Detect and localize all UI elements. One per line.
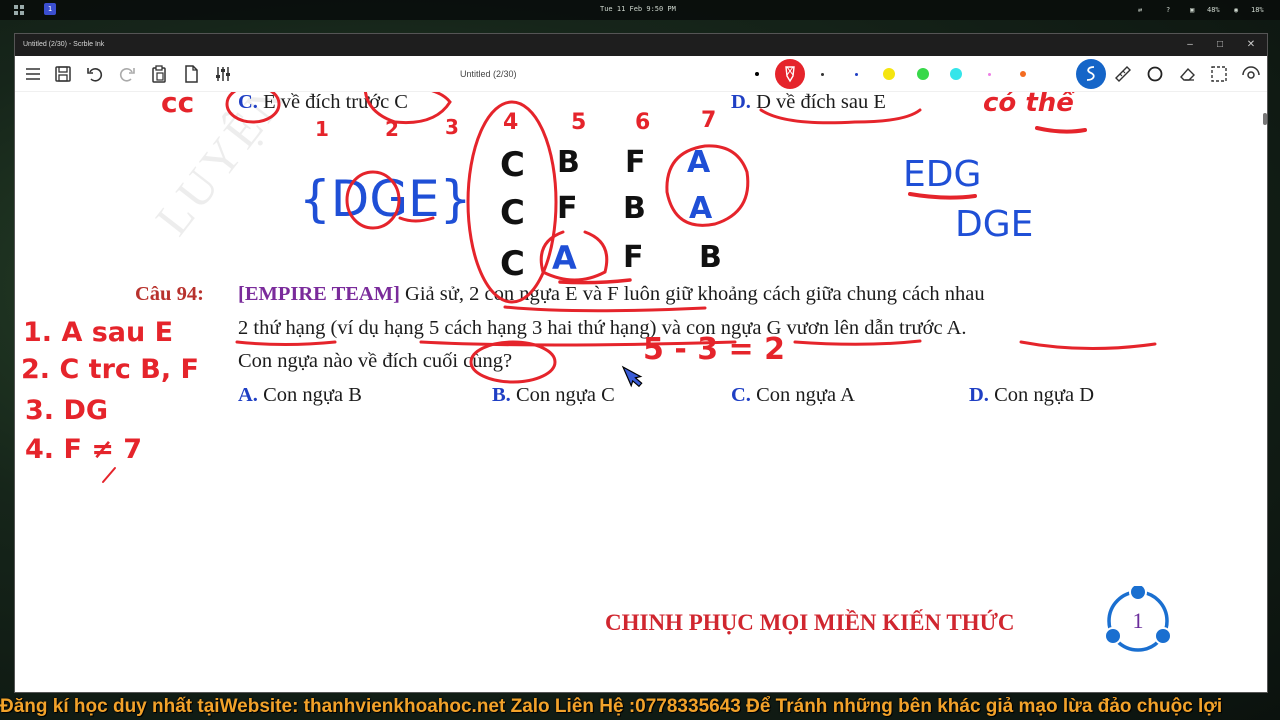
volume-level: 18%	[1251, 6, 1264, 14]
battery-level: 48%	[1207, 6, 1220, 14]
ink-underline-maybe	[1035, 126, 1087, 134]
toolbar: Untitled (2/30)	[15, 56, 1267, 92]
ink-cross-f7	[102, 467, 116, 483]
view-icon[interactable]	[1241, 64, 1261, 84]
pen-color-green[interactable]	[917, 68, 929, 80]
workspace-indicator[interactable]: 1	[44, 3, 56, 15]
settings-sliders-icon[interactable]	[213, 64, 233, 84]
pen-color-pink[interactable]	[988, 73, 991, 76]
help-icon[interactable]: ?	[1166, 3, 1170, 17]
volume-icon[interactable]: ◉	[1234, 3, 1238, 17]
ruler-icon[interactable]	[1113, 64, 1133, 84]
ink-circle-prev-c	[225, 92, 281, 124]
system-clock: Tue 11 Feb 9:50 PM	[600, 5, 676, 13]
paste-icon[interactable]	[149, 64, 169, 84]
pen-color-blue[interactable]	[855, 73, 858, 76]
ink-underline-brace-e	[398, 216, 435, 223]
eraser-icon[interactable]	[1177, 64, 1197, 84]
close-icon[interactable]: ✕	[1236, 34, 1266, 56]
ink-circle-last	[469, 340, 557, 384]
pen-color-red-active[interactable]	[775, 59, 805, 89]
promo-banner: Đăng kí học duy nhất tạiWebsite: thanhvi…	[0, 696, 1223, 717]
undo-icon[interactable]	[85, 64, 105, 84]
window-title: Untitled (2/30) - Scrble Ink	[23, 41, 105, 48]
document-title: Untitled (2/30)	[460, 69, 517, 79]
ink-underline-lead-a	[1019, 340, 1157, 351]
pen-color-cyan[interactable]	[950, 68, 962, 80]
ink-underline-example	[419, 340, 737, 347]
app-window: Untitled (2/30) - Scrble Ink – □ ✕ Untit…	[14, 33, 1268, 693]
menu-icon[interactable]	[23, 64, 43, 84]
circle-shape-icon[interactable]	[1145, 64, 1165, 84]
window-titlebar: Untitled (2/30) - Scrble Ink – □ ✕	[15, 34, 1267, 56]
active-pen-icon[interactable]	[1076, 59, 1106, 89]
page-icon[interactable]	[181, 64, 201, 84]
vertical-scrollbar-thumb[interactable]	[1263, 113, 1267, 125]
ink-circle-brace-g	[345, 170, 401, 230]
selection-icon[interactable]	[1209, 64, 1229, 84]
app-grid-icon[interactable]	[14, 5, 24, 15]
pen-color-dark[interactable]	[821, 73, 824, 76]
ink-circle-prev-c-end	[363, 92, 452, 125]
ink-underline-horses-ef	[503, 305, 707, 313]
save-icon[interactable]	[53, 64, 73, 84]
ink-underline-right-seq	[908, 192, 977, 200]
ink-circle-r3-a	[539, 230, 609, 282]
ink-underline-rank-2	[235, 340, 337, 346]
document-page[interactable]: LUYỆN THI C. E về đích trước C D. D về đ…	[15, 92, 1267, 692]
pen-color-black[interactable]	[755, 72, 759, 76]
ink-underline-prev-d	[759, 108, 922, 125]
pen-color-orange[interactable]	[1020, 71, 1026, 77]
battery-icon[interactable]: ▣	[1190, 3, 1194, 17]
pointer-cursor-icon	[621, 365, 643, 388]
network-icon[interactable]: ⇄	[1138, 3, 1142, 17]
minimize-icon[interactable]: –	[1175, 34, 1205, 56]
ink-underline-horse-g	[793, 339, 922, 346]
maximize-icon[interactable]: □	[1205, 34, 1235, 56]
ink-circle-col7-a	[665, 144, 750, 227]
pen-color-yellow[interactable]	[883, 68, 895, 80]
redo-icon[interactable]	[117, 64, 137, 84]
ink-strokes-layer	[102, 92, 1157, 483]
system-top-bar: 1 Tue 11 Feb 9:50 PM ⇄ ? ▣ 48% ◉ 18%	[0, 0, 1280, 20]
